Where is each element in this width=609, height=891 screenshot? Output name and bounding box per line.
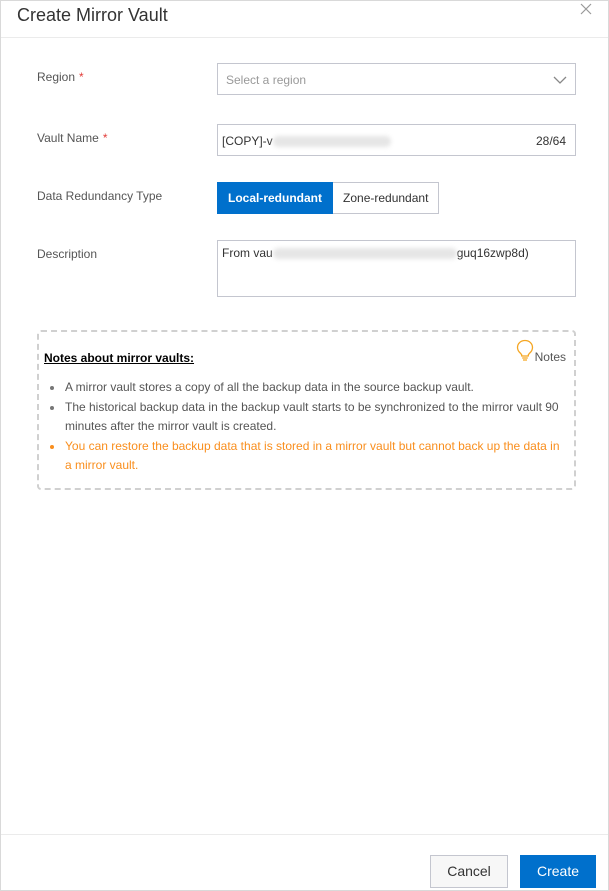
chevron-down-icon <box>553 73 567 87</box>
note-item: The historical backup data in the backup… <box>49 398 569 436</box>
vault-name-input[interactable]: [COPY]-v 28/64 <box>217 124 576 156</box>
vault-name-value: [COPY]-v <box>222 134 391 148</box>
region-select-placeholder: Select a region <box>226 73 307 87</box>
description-value: From vau guq16zwp8d) <box>222 246 529 260</box>
redundancy-label: Data Redundancy Type <box>37 189 163 203</box>
region-label: Region * <box>37 70 84 84</box>
description-value-suffix: guq16zwp8d) <box>456 246 529 260</box>
region-select[interactable]: Select a region <box>217 63 576 95</box>
required-mark: * <box>79 70 84 84</box>
local-redundant-option[interactable]: Local-redundant <box>217 182 334 214</box>
cancel-button[interactable]: Cancel <box>430 855 508 888</box>
notes-title: Notes about mirror vaults: <box>44 351 195 365</box>
description-label: Description <box>37 247 98 261</box>
description-value-prefix: From vau <box>222 246 273 260</box>
notes-tag: Notes <box>516 339 566 364</box>
dialog-header: Create Mirror Vault <box>1 1 608 38</box>
description-textarea[interactable]: From vau guq16zwp8d) <box>217 240 576 297</box>
note-item: A mirror vault stores a copy of all the … <box>49 378 569 397</box>
redundancy-toggle-group: Local-redundant Zone-redundant <box>217 182 440 214</box>
note-item-warning: You can restore the backup data that is … <box>49 437 569 475</box>
zone-redundant-option[interactable]: Zone-redundant <box>333 182 440 214</box>
create-button[interactable]: Create <box>520 855 596 888</box>
redacted-text <box>272 248 457 260</box>
vault-name-label: Vault Name * <box>37 131 107 145</box>
required-mark: * <box>102 131 108 145</box>
notes-list: A mirror vault stores a copy of all the … <box>49 378 569 476</box>
region-label-text: Region <box>37 70 76 84</box>
vault-name-label-text: Vault Name <box>37 131 99 145</box>
create-mirror-vault-dialog: Create Mirror Vault Region * Select a reg… <box>0 0 609 891</box>
lightbulb-icon <box>516 339 535 364</box>
redacted-text <box>272 136 391 148</box>
notes-tag-label: Notes <box>534 350 566 364</box>
notes-panel: Notes Notes about mirror vaults: A mirro… <box>37 330 576 490</box>
vault-name-value-prefix: [COPY]-v <box>222 134 273 148</box>
dialog-title: Create Mirror Vault <box>17 5 168 25</box>
close-icon[interactable] <box>580 3 596 19</box>
dialog-footer: Cancel Create <box>1 834 608 890</box>
vault-name-char-counter: 28/64 <box>535 134 566 148</box>
